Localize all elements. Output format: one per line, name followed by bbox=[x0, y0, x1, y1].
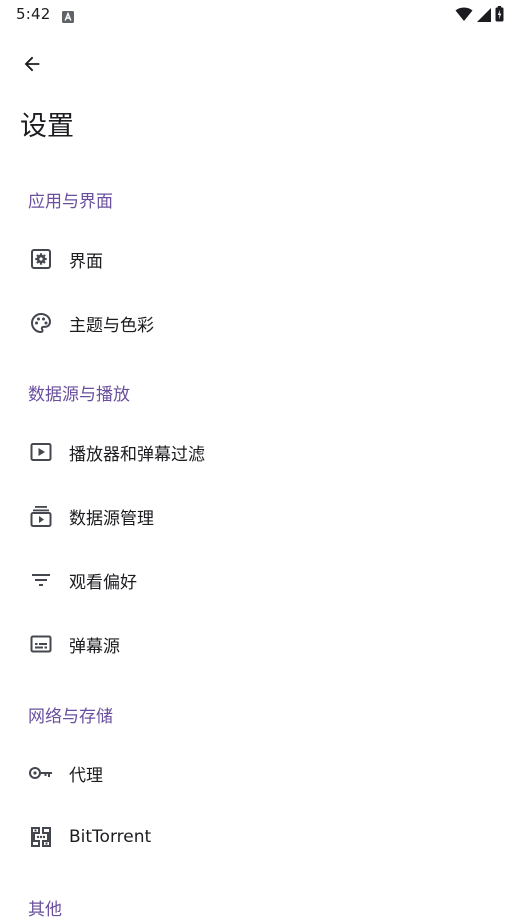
filter-list-icon bbox=[28, 567, 54, 593]
section-header-other: 其他 bbox=[28, 900, 62, 920]
settings-item-label: 弹幕源 bbox=[69, 636, 120, 657]
settings-item-data-source-management[interactable]: 数据源管理 bbox=[0, 484, 518, 548]
wifi-icon bbox=[455, 6, 473, 26]
settings-item-viewing-preferences[interactable]: 观看偏好 bbox=[0, 548, 518, 612]
settings-item-label: 观看偏好 bbox=[69, 572, 137, 593]
settings-item-player-danmaku-filter[interactable]: 播放器和弹幕过滤 bbox=[0, 420, 518, 484]
status-icons bbox=[455, 6, 504, 26]
settings-item-label: 数据源管理 bbox=[69, 508, 154, 529]
page-title: 设置 bbox=[20, 111, 74, 142]
play-box-icon bbox=[28, 439, 54, 465]
section-header-app-interface: 应用与界面 bbox=[28, 192, 113, 212]
arrow-back-icon bbox=[21, 53, 43, 75]
settings-item-danmaku-source[interactable]: 弹幕源 bbox=[0, 612, 518, 676]
section-header-network-storage: 网络与存储 bbox=[28, 707, 113, 727]
battery-charging-icon bbox=[495, 6, 504, 26]
settings-item-interface[interactable]: 界面 bbox=[0, 227, 518, 291]
settings-item-bittorrent[interactable]: BitTorrent bbox=[0, 805, 518, 869]
settings-box-icon bbox=[28, 246, 54, 272]
status-time: 5:42 bbox=[16, 5, 51, 23]
key-icon bbox=[28, 760, 54, 786]
signal-icon bbox=[477, 7, 491, 26]
settings-item-label: 代理 bbox=[69, 765, 103, 786]
a-notification-icon bbox=[62, 8, 74, 23]
subscriptions-icon bbox=[28, 503, 54, 529]
palette-icon bbox=[28, 310, 54, 336]
settings-item-label: 界面 bbox=[69, 251, 103, 272]
settings-item-label: BitTorrent bbox=[69, 827, 152, 847]
status-bar: 5:42 bbox=[0, 0, 518, 30]
dns-icon bbox=[28, 824, 54, 850]
back-button[interactable] bbox=[14, 46, 50, 82]
settings-item-label: 播放器和弹幕过滤 bbox=[69, 444, 205, 465]
subtitles-icon bbox=[28, 631, 54, 657]
settings-item-proxy[interactable]: 代理 bbox=[0, 741, 518, 805]
settings-item-theme[interactable]: 主题与色彩 bbox=[0, 291, 518, 355]
section-header-data-playback: 数据源与播放 bbox=[28, 385, 130, 405]
settings-item-label: 主题与色彩 bbox=[69, 315, 154, 336]
